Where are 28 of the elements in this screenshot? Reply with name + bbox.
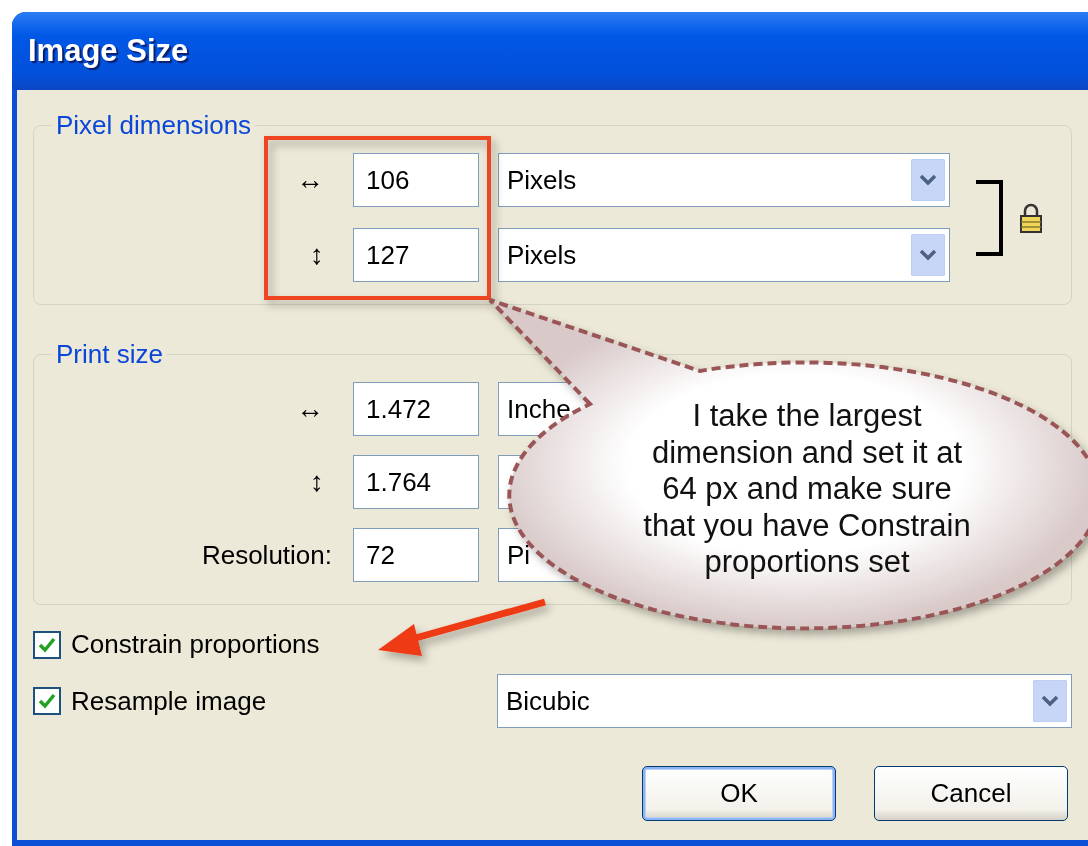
checkbox[interactable] xyxy=(33,687,61,715)
dimension-arrow: ↔ xyxy=(296,164,324,196)
dimension-arrow: ↕ xyxy=(310,466,324,498)
input-field[interactable]: 106 xyxy=(353,153,479,207)
window-title: Image Size xyxy=(28,33,189,69)
dimension-arrow: ↔ xyxy=(296,393,324,425)
input-field[interactable]: 1.764 xyxy=(353,455,479,509)
dimension-arrow: ↕ xyxy=(310,239,324,271)
field-label: Resolution: xyxy=(201,539,332,571)
chevron-down-icon xyxy=(911,159,945,201)
checkbox-label: Resample image xyxy=(71,685,267,717)
dropdown[interactable]: Pixels xyxy=(498,153,950,207)
group-title: Pixel dimensions xyxy=(55,110,253,141)
checkbox-label: Constrain proportions xyxy=(71,629,320,660)
dropdown[interactable]: Pixels xyxy=(498,228,950,282)
dialog-button[interactable]: OK xyxy=(642,766,836,821)
checkbox[interactable] xyxy=(33,630,61,659)
input-field[interactable]: 1.472 xyxy=(353,382,479,436)
callout-tooltip-text: I take the largest dimension and set it at 64 px and make sure that you have Constrain proportions set xyxy=(642,398,972,581)
group-title: Print size xyxy=(55,339,164,370)
dialog-button[interactable]: Cancel xyxy=(874,766,1068,821)
input-field[interactable]: 127 xyxy=(353,228,479,282)
check-icon xyxy=(37,691,57,711)
lock-icon xyxy=(1018,201,1044,234)
chevron-down-icon xyxy=(1033,680,1067,722)
input-field[interactable]: 72 xyxy=(353,528,479,582)
dropdown[interactable]: Bicubic xyxy=(497,674,1072,728)
chevron-down-icon xyxy=(911,234,945,276)
